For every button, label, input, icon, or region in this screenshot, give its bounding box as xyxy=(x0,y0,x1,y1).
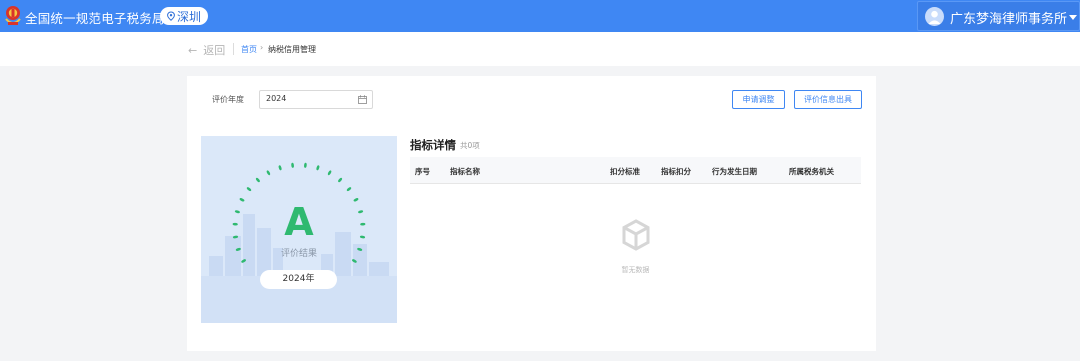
issue-info-button[interactable]: 评价信息出具 xyxy=(794,90,862,109)
column-header-deduction-points: 指标扣分 xyxy=(661,167,691,176)
breadcrumb-separator: › xyxy=(260,43,264,52)
back-arrow-icon: ← xyxy=(188,44,198,57)
city-name: 深圳 xyxy=(177,10,202,24)
arc-dot xyxy=(352,259,357,263)
column-header-deduction-standard: 扣分标准 xyxy=(610,167,640,176)
arc-dot xyxy=(346,187,352,192)
apply-adjust-button[interactable]: 申请调整 xyxy=(732,90,785,109)
evaluation-year-picker[interactable]: 2024 xyxy=(259,90,373,109)
back-link[interactable]: ← 返回 xyxy=(188,42,225,58)
user-menu[interactable]: 广东梦海律师事务所 xyxy=(917,1,1080,31)
column-header-indicator-name: 指标名称 xyxy=(450,167,480,176)
empty-state-text: 暂无数据 xyxy=(621,266,650,274)
arc-dot xyxy=(327,170,332,176)
credit-grade: A xyxy=(284,200,314,244)
column-header-tax-authority: 所属税务机关 xyxy=(789,167,834,176)
user-name: 广东梦海律师事务所 xyxy=(950,12,1068,27)
arc-dot xyxy=(304,162,307,168)
tax-emblem-icon xyxy=(5,6,21,25)
city-selector[interactable]: 深圳 xyxy=(160,7,208,25)
credit-card-panel: 评价年度 2024 申请调整 评价信息出具 A 评价结果 2024年 指标详情 … xyxy=(187,76,876,351)
detail-table-header: 序号 指标名称 扣分标准 指标扣分 行为发生日期 所属税务机关 xyxy=(410,157,861,184)
calendar-icon xyxy=(358,95,367,104)
arc-dot xyxy=(255,177,260,183)
app-title: 全国统一规范电子税务局 xyxy=(25,11,165,26)
empty-box-icon xyxy=(622,219,650,251)
detail-count: 共0项 xyxy=(460,141,480,150)
caret-down-icon xyxy=(1069,15,1077,20)
breadcrumb-current: 纳税信用管理 xyxy=(268,45,316,54)
evaluation-result-panel: A 评价结果 2024年 xyxy=(201,136,397,323)
breadcrumb-bar: ← 返回 首页 › 纳税信用管理 xyxy=(0,32,1080,66)
evaluation-year-value: 2024 xyxy=(266,94,287,103)
grade-caption: 评价结果 xyxy=(280,249,317,259)
column-header-occurrence-date: 行为发生日期 xyxy=(712,167,757,176)
result-year-badge: 2024年 xyxy=(260,270,337,289)
user-avatar-icon xyxy=(925,7,944,26)
arc-dot xyxy=(338,177,343,183)
breadcrumb-divider xyxy=(233,43,234,55)
arc-dot xyxy=(241,259,246,263)
arc-dot xyxy=(291,162,294,168)
location-pin-icon xyxy=(167,11,175,21)
top-navbar: 全国统一规范电子税务局 深圳 广东梦海律师事务所 xyxy=(0,0,1080,32)
arc-dot xyxy=(266,170,271,176)
column-header-index: 序号 xyxy=(415,167,430,176)
arc-dot xyxy=(246,187,252,192)
arc-dot xyxy=(278,165,282,171)
breadcrumb-home[interactable]: 首页 xyxy=(241,44,257,55)
arc-dot xyxy=(316,165,320,171)
back-label: 返回 xyxy=(203,44,226,57)
evaluation-year-label: 评价年度 xyxy=(212,95,244,104)
detail-title: 指标详情 xyxy=(410,138,456,152)
